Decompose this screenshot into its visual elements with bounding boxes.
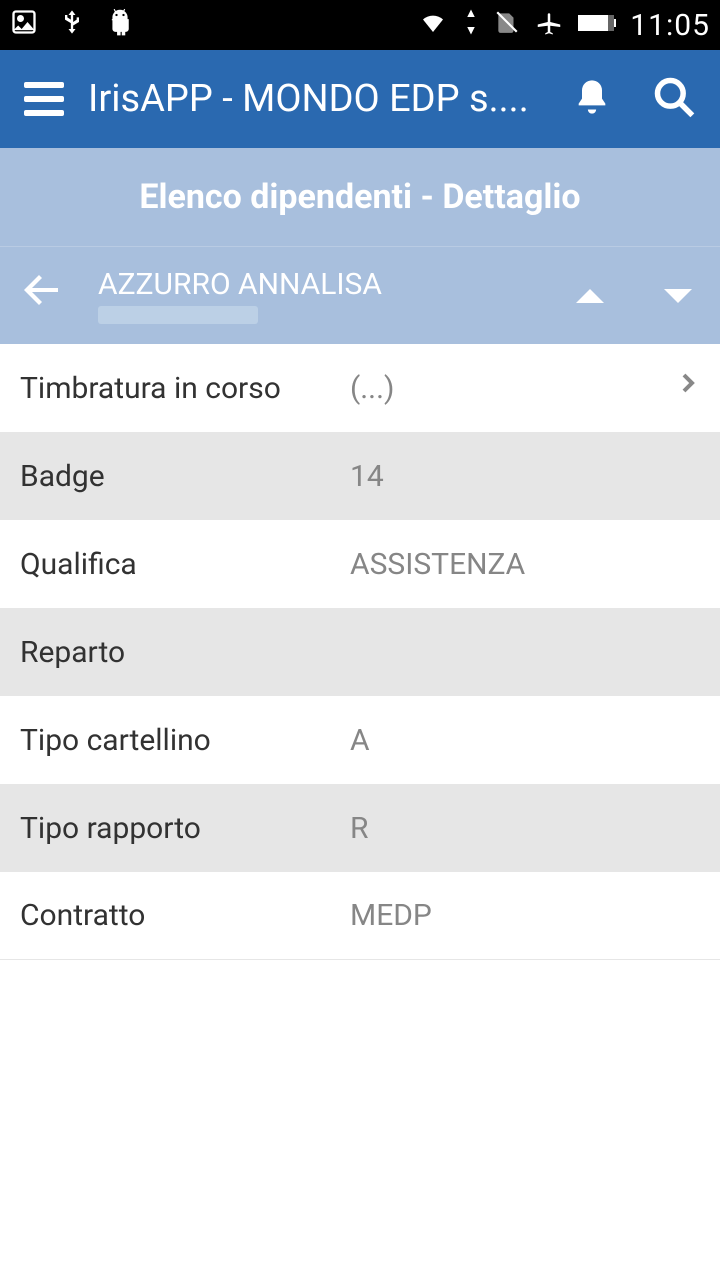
row-value: 14 [350, 459, 700, 494]
app-title: IrisAPP - MONDO EDP s.... [88, 77, 562, 121]
row-value: ASSISTENZA [350, 547, 700, 582]
picture-icon [10, 8, 38, 43]
row-value: MEDP [350, 898, 700, 933]
no-sim-icon [494, 7, 520, 44]
chevron-right-icon [676, 363, 700, 413]
row-label: Timbratura in corso [20, 371, 350, 406]
row-value: (...) [350, 371, 676, 406]
app-bar-actions [572, 75, 696, 123]
row-qualifica: Qualifica ASSISTENZA [0, 520, 720, 608]
battery-icon [578, 9, 616, 42]
employee-name: AZZURRO ANNALISA [98, 267, 576, 302]
section-title-text: Elenco dipendenti - Dettaglio [139, 177, 580, 217]
row-timbratura[interactable]: Timbratura in corso (...) [0, 344, 720, 432]
status-bar: 11:05 [0, 0, 720, 50]
nav-triangles [576, 289, 692, 303]
row-value: R [350, 811, 700, 846]
status-right: 11:05 [418, 7, 710, 44]
row-label: Badge [20, 459, 350, 494]
prev-employee-icon[interactable] [576, 289, 604, 303]
usb-icon [58, 8, 86, 43]
section-title: Elenco dipendenti - Dettaglio [0, 148, 720, 246]
next-employee-icon[interactable] [664, 289, 692, 303]
row-label: Tipo rapporto [20, 811, 350, 846]
app-bar: IrisAPP - MONDO EDP s.... [0, 50, 720, 148]
row-label: Contratto [20, 898, 350, 933]
employee-name-wrap: AZZURRO ANNALISA [98, 267, 576, 324]
row-label: Qualifica [20, 547, 350, 582]
android-icon [106, 8, 134, 43]
status-left [10, 8, 134, 43]
wifi-icon [418, 7, 448, 44]
employee-subtitle-placeholder [98, 306, 258, 324]
airplane-icon [534, 7, 564, 44]
bell-icon[interactable] [572, 77, 612, 121]
detail-rows: Timbratura in corso (...) Badge 14 Quali… [0, 344, 720, 960]
row-tipo-cartellino: Tipo cartellino A [0, 696, 720, 784]
row-reparto: Reparto [0, 608, 720, 696]
row-contratto: Contratto MEDP [0, 872, 720, 960]
employee-bar: AZZURRO ANNALISA [0, 246, 720, 344]
search-icon[interactable] [652, 75, 696, 123]
row-badge: Badge 14 [0, 432, 720, 520]
row-tipo-rapporto: Tipo rapporto R [0, 784, 720, 872]
hamburger-icon[interactable] [24, 82, 64, 116]
row-label: Tipo cartellino [20, 723, 350, 758]
data-icon [462, 7, 480, 44]
row-label: Reparto [20, 635, 350, 670]
row-value: A [350, 723, 700, 758]
status-time: 11:05 [630, 8, 710, 43]
back-button[interactable] [18, 266, 98, 326]
